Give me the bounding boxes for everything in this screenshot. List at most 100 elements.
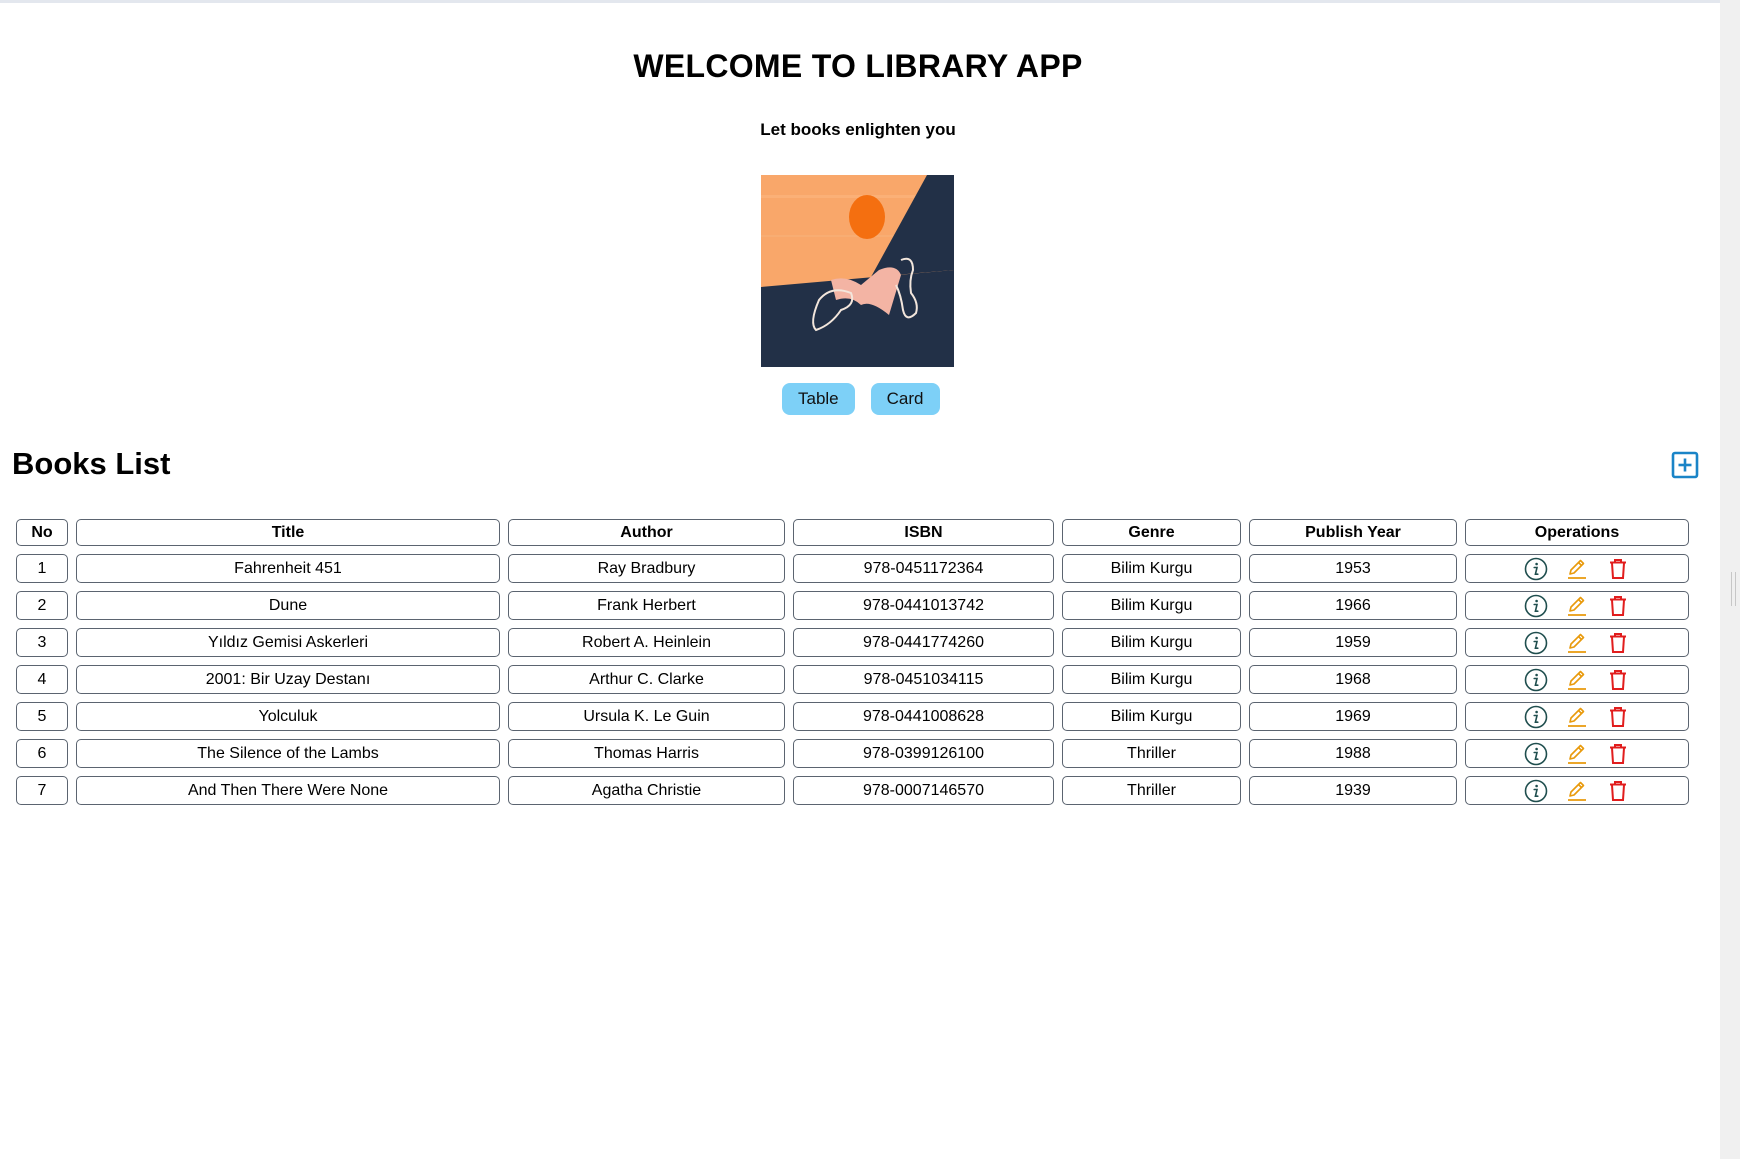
pencil-icon[interactable]: [1565, 557, 1589, 581]
cell-author: Ursula K. Le Guin: [508, 702, 785, 731]
cell-publish-year: 1953: [1249, 554, 1457, 583]
cell-title: Dune: [76, 591, 500, 620]
view-toggle: Table Card: [782, 383, 940, 415]
info-circle-icon[interactable]: [1524, 631, 1548, 655]
table-row: 3 Yıldız Gemisi Askerleri Robert A. Heinle…: [16, 628, 1689, 657]
info-circle-icon[interactable]: [1524, 668, 1548, 692]
cell-no: 5: [16, 702, 68, 731]
cell-operations: [1465, 739, 1689, 768]
cell-genre: Thriller: [1062, 776, 1241, 805]
trash-icon[interactable]: [1606, 557, 1630, 581]
cell-isbn: 978-0451034115: [793, 665, 1054, 694]
cell-operations: [1465, 554, 1689, 583]
cell-isbn: 978-0441008628: [793, 702, 1054, 731]
cell-title: 2001: Bir Uzay Destanı: [76, 665, 500, 694]
cell-author: Thomas Harris: [508, 739, 785, 768]
cell-publish-year: 1966: [1249, 591, 1457, 620]
table-row: 1 Fahrenheit 451 Ray Bradbury 978-045117236…: [16, 554, 1689, 583]
cell-isbn: 978-0441013742: [793, 591, 1054, 620]
cell-author: Ray Bradbury: [508, 554, 785, 583]
trash-icon[interactable]: [1606, 742, 1630, 766]
cell-genre: Bilim Kurgu: [1062, 628, 1241, 657]
app-subtitle: Let books enlighten you: [760, 120, 956, 139]
cell-isbn: 978-0007146570: [793, 776, 1054, 805]
top-border: [0, 0, 1720, 3]
operations-group: [1466, 629, 1688, 656]
info-circle-icon[interactable]: [1524, 742, 1548, 766]
column-header-publish-year: Publish Year: [1249, 519, 1457, 546]
cell-genre: Bilim Kurgu: [1062, 702, 1241, 731]
cell-genre: Thriller: [1062, 739, 1241, 768]
table-row: 4 2001: Bir Uzay Destanı Arthur C. Clarke 9…: [16, 665, 1689, 694]
table-header-row: No Title Author ISBN Genre Publish Year …: [16, 519, 1689, 546]
scrollbar-grip[interactable]: [1731, 572, 1736, 606]
cell-genre: Bilim Kurgu: [1062, 591, 1241, 620]
pencil-icon[interactable]: [1565, 705, 1589, 729]
scrollbar[interactable]: [1720, 0, 1740, 1159]
cell-author: Robert A. Heinlein: [508, 628, 785, 657]
cell-no: 2: [16, 591, 68, 620]
trash-icon[interactable]: [1606, 594, 1630, 618]
cell-no: 1: [16, 554, 68, 583]
cell-title: Fahrenheit 451: [76, 554, 500, 583]
operations-group: [1466, 777, 1688, 804]
pencil-icon[interactable]: [1565, 631, 1589, 655]
info-circle-icon[interactable]: [1524, 705, 1548, 729]
trash-icon[interactable]: [1606, 779, 1630, 803]
info-circle-icon[interactable]: [1524, 594, 1548, 618]
cell-publish-year: 1969: [1249, 702, 1457, 731]
cell-author: Agatha Christie: [508, 776, 785, 805]
cell-author: Frank Herbert: [508, 591, 785, 620]
card-view-button[interactable]: Card: [870, 383, 940, 415]
books-list-title: Books List: [12, 446, 171, 481]
app-title: WELCOME TO LIBRARY APP: [633, 48, 1083, 84]
plus-square-icon[interactable]: [1671, 451, 1699, 479]
table-row: 5 Yolculuk Ursula K. Le Guin 978-0441008628…: [16, 702, 1689, 731]
cell-genre: Bilim Kurgu: [1062, 665, 1241, 694]
column-header-author: Author: [508, 519, 785, 546]
cell-isbn: 978-0399126100: [793, 739, 1054, 768]
cell-title: The Silence of the Lambs: [76, 739, 500, 768]
operations-group: [1466, 703, 1688, 730]
cell-operations: [1465, 702, 1689, 731]
pencil-icon[interactable]: [1565, 742, 1589, 766]
cell-operations: [1465, 591, 1689, 620]
cell-isbn: 978-0451172364: [793, 554, 1054, 583]
trash-icon[interactable]: [1606, 631, 1630, 655]
cell-publish-year: 1939: [1249, 776, 1457, 805]
cell-author: Arthur C. Clarke: [508, 665, 785, 694]
reading-illustration: [761, 175, 954, 367]
pencil-icon[interactable]: [1565, 594, 1589, 618]
pencil-icon[interactable]: [1565, 779, 1589, 803]
info-circle-icon[interactable]: [1524, 779, 1548, 803]
pencil-icon[interactable]: [1565, 668, 1589, 692]
cell-no: 4: [16, 665, 68, 694]
cell-title: Yıldız Gemisi Askerleri: [76, 628, 500, 657]
trash-icon[interactable]: [1606, 668, 1630, 692]
cell-publish-year: 1968: [1249, 665, 1457, 694]
operations-group: [1466, 555, 1688, 582]
cell-no: 6: [16, 739, 68, 768]
operations-group: [1466, 666, 1688, 693]
column-header-no: No: [16, 519, 68, 546]
table-view-button[interactable]: Table: [782, 383, 855, 415]
cell-operations: [1465, 628, 1689, 657]
column-header-title: Title: [76, 519, 500, 546]
cell-no: 3: [16, 628, 68, 657]
operations-group: [1466, 592, 1688, 619]
cell-publish-year: 1988: [1249, 739, 1457, 768]
column-header-isbn: ISBN: [793, 519, 1054, 546]
column-header-operations: Operations: [1465, 519, 1689, 546]
table-row: 7 And Then There Were None Agatha Christie…: [16, 776, 1689, 805]
trash-icon[interactable]: [1606, 705, 1630, 729]
cell-operations: [1465, 665, 1689, 694]
cell-title: Yolculuk: [76, 702, 500, 731]
operations-group: [1466, 740, 1688, 767]
books-table: No Title Author ISBN Genre Publish Year …: [8, 511, 1697, 813]
cell-isbn: 978-0441774260: [793, 628, 1054, 657]
info-circle-icon[interactable]: [1524, 557, 1548, 581]
cell-genre: Bilim Kurgu: [1062, 554, 1241, 583]
page: WELCOME TO LIBRARY APP Let books enlight…: [0, 0, 1740, 1159]
cell-operations: [1465, 776, 1689, 805]
table-row: 6 The Silence of the Lambs Thomas Harris 97…: [16, 739, 1689, 768]
